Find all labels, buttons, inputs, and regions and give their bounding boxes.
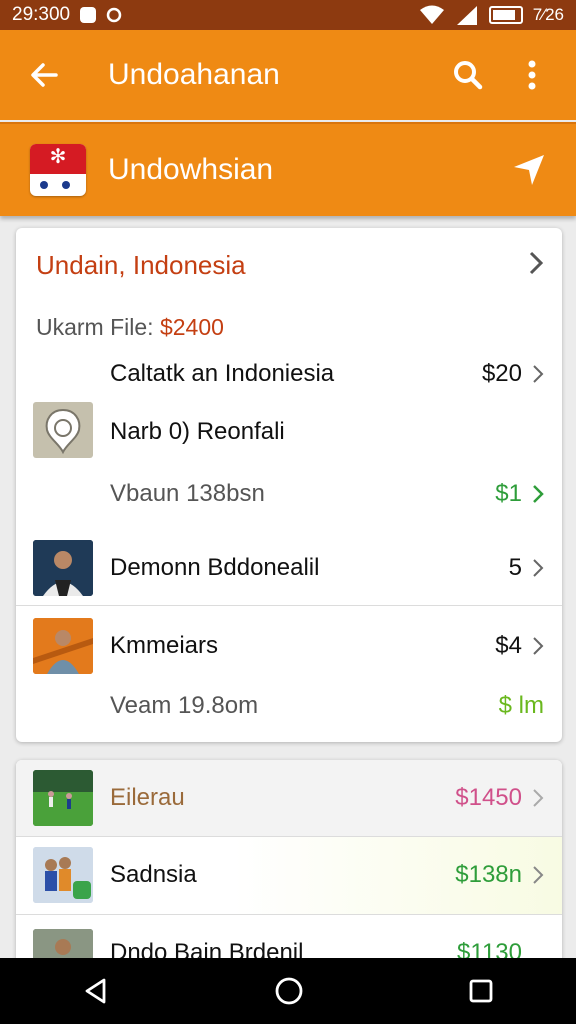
list-item-label: Demonn Bddonealil [110, 554, 320, 581]
list-item[interactable]: Eilerau $1450 [16, 760, 562, 838]
search-button[interactable] [448, 55, 488, 95]
list-item-value: $ lm [498, 692, 544, 719]
list-item-value: $1 [495, 480, 522, 507]
list-item-label: Narb 0) Reonfali [110, 418, 285, 445]
group-photo-icon [33, 847, 93, 903]
landscape-photo-icon [33, 770, 93, 826]
chevron-right-icon[interactable] [528, 250, 544, 276]
person-thumbnail [33, 540, 93, 596]
divider [16, 605, 562, 606]
chevron-right-icon [533, 866, 544, 884]
list-item[interactable]: Veam 19.8om $ lm [16, 676, 562, 736]
list-item[interactable]: Caltatk an Indoniesia $20 [16, 344, 562, 404]
back-triangle-icon[interactable] [82, 977, 110, 1005]
battery-icon [488, 6, 523, 24]
list-item-value: 5 [508, 554, 522, 581]
list-item-label: Caltatk an Indoniesia [110, 360, 335, 387]
list-item-value: $138n [455, 861, 522, 888]
list-item[interactable]: Demonn Bddonealil 5 [16, 538, 562, 598]
people-thumbnail [33, 847, 93, 903]
app-bar: Undoahanan [0, 30, 576, 120]
location-pin-icon [45, 408, 81, 455]
status-time: 29:300 [12, 4, 71, 25]
location-pin-thumbnail [33, 402, 93, 458]
search-icon [454, 61, 483, 90]
chevron-right-icon [533, 365, 544, 383]
system-nav-bar [0, 958, 576, 1024]
back-button[interactable] [24, 55, 64, 95]
chevron-right-icon [533, 637, 544, 655]
list-item[interactable]: Kmmeiars $4 [16, 616, 562, 676]
region-header[interactable]: ✻ Undowhsian [0, 122, 576, 216]
list-item-label: Vbaun 138bsn [110, 480, 265, 507]
list-item-label: Eilerau [110, 784, 185, 811]
list-item-value: $20 [481, 360, 522, 387]
list-item-label: Veam 19.8om [110, 692, 259, 719]
chevron-right-icon [533, 789, 544, 807]
listing-card: Undain, Indonesia Ukarm File: $2400 Calt… [16, 228, 562, 742]
more-vert-icon [528, 60, 536, 90]
recents-square-icon[interactable] [468, 978, 494, 1004]
listing-card: Eilerau $1450 Sadnsia $138n Dndo Bain Br… [16, 760, 562, 980]
overflow-menu-button[interactable] [512, 55, 552, 95]
summary-line: Ukarm File: $2400 [36, 314, 224, 341]
chevron-right-icon [533, 559, 544, 577]
app-notification-icon [106, 7, 122, 23]
list-item-value: $4 [495, 632, 522, 659]
status-bar: 29:300 7⁄26 [0, 0, 576, 30]
list-item[interactable]: Sadnsia $138n [16, 837, 562, 915]
region-title: Undowhsian [108, 153, 274, 186]
location-arrow-icon[interactable] [512, 153, 546, 187]
field-thumbnail [33, 770, 93, 826]
list-item[interactable]: Vbaun 138bsn $1 [16, 464, 562, 524]
notification-icon [80, 7, 97, 23]
summary-label: Ukarm File: [36, 314, 160, 340]
chevron-right-icon [533, 485, 544, 503]
flag-icon: ✻ [30, 144, 86, 196]
home-circle-icon[interactable] [274, 976, 304, 1006]
card-title[interactable]: Undain, Indonesia [36, 250, 246, 281]
person-photo-icon [33, 540, 93, 596]
signal-icon [456, 6, 477, 25]
summary-price: $2400 [159, 314, 224, 340]
wifi-icon [419, 5, 444, 24]
list-item[interactable]: Narb 0) Reonfali [16, 402, 562, 462]
app-title: Undoahanan [108, 58, 280, 91]
battery-percent: 7⁄26 [532, 5, 564, 24]
list-item-label: Sadnsia [110, 861, 197, 888]
back-arrow-icon [31, 63, 58, 87]
list-item-value: $1450 [455, 784, 522, 811]
list-item-label: Kmmeiars [110, 632, 219, 659]
person-photo-icon [33, 618, 93, 674]
person-thumbnail [33, 618, 93, 674]
